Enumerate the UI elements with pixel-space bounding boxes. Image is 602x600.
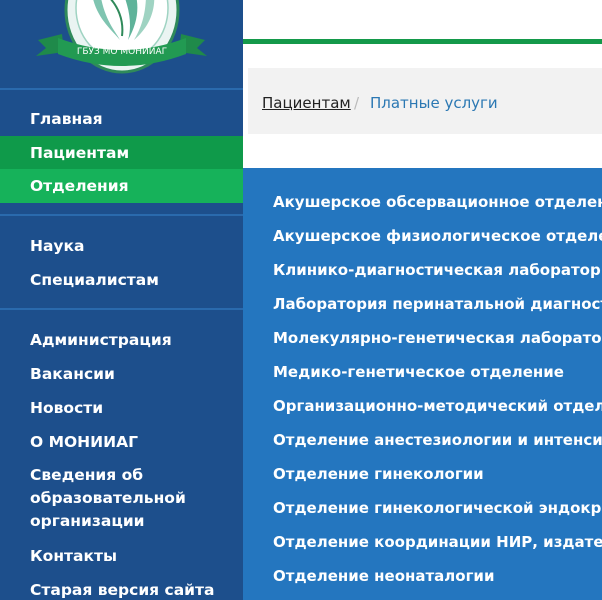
department-link[interactable]: Медико-генетическое отделение [273, 355, 564, 389]
breadcrumb-current: Платные услуги [370, 94, 498, 112]
sidebar: ГБУЗ МО МОНИИАГ Главная Пациентам Отделе… [0, 0, 243, 600]
nav-item-specialists[interactable]: Специалистам [0, 263, 243, 297]
nav-item-patients[interactable]: Пациентам [0, 136, 243, 170]
department-link[interactable]: Отделение гинекологии [273, 457, 484, 491]
departments-dropdown: Акушерское обсервационное отделени Акуше… [243, 168, 602, 600]
nav-item-vacancies[interactable]: Вакансии [0, 357, 243, 391]
breadcrumb: Пациентам / Платные услуги [248, 68, 602, 134]
breadcrumb-separator: / [354, 94, 360, 112]
nav-item-departments[interactable]: Отделения [0, 169, 243, 203]
site-logo[interactable]: ГБУЗ МО МОНИИАГ [0, 0, 243, 88]
nav-divider [0, 308, 243, 310]
department-link[interactable]: Отделение гинекологической эндокри [273, 491, 602, 525]
nav-item-administration[interactable]: Администрация [0, 323, 243, 357]
nav-item-about[interactable]: О МОНИИАГ [0, 425, 243, 459]
department-link[interactable]: Отделение координации НИР, издател [273, 525, 602, 559]
department-link[interactable]: Акушерское обсервационное отделени [273, 185, 602, 219]
nav-item-home[interactable]: Главная [0, 102, 243, 136]
nav-divider [0, 214, 243, 216]
svg-text:ГБУЗ МО МОНИИАГ: ГБУЗ МО МОНИИАГ [77, 47, 167, 57]
department-link[interactable]: Отделение анестезиологии и интенсив [273, 423, 602, 457]
nav-item-science[interactable]: Наука [0, 229, 243, 263]
department-link[interactable]: Отделение неонаталогии [273, 559, 494, 593]
department-link[interactable]: Лаборатория перинатальной диагност [273, 287, 602, 321]
logo-emblem-icon: ГБУЗ МО МОНИИАГ [36, 0, 207, 74]
header-accent-line [243, 39, 602, 44]
nav-item-education-info[interactable]: Сведения об образовательной организации [0, 460, 220, 536]
department-link[interactable]: Акушерское физиологическое отделени [273, 219, 602, 253]
nav-item-contacts[interactable]: Контакты [0, 539, 243, 573]
nav-divider [0, 88, 243, 90]
department-link[interactable]: Молекулярно-генетическая лаборатор [273, 321, 602, 355]
breadcrumb-link-patients[interactable]: Пациентам [262, 94, 351, 112]
nav-item-news[interactable]: Новости [0, 391, 243, 425]
department-link[interactable]: Организационно-методический отдел [273, 389, 602, 423]
nav-item-old-version[interactable]: Старая версия сайта [0, 573, 243, 600]
department-link[interactable]: Клинико-диагностическая лаборатори [273, 253, 602, 287]
